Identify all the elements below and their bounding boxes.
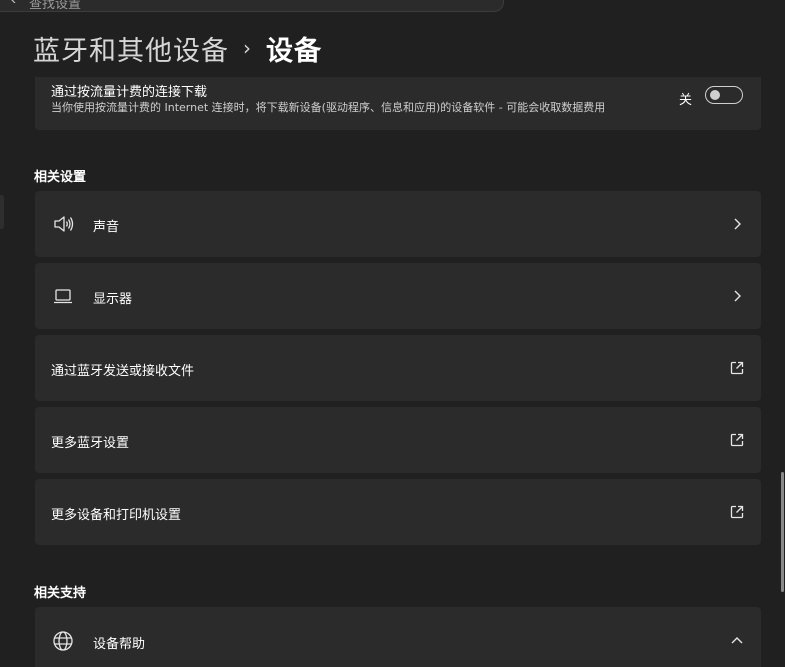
support-item-label: 设备帮助 xyxy=(93,637,146,652)
support-item-device-help[interactable]: 设备帮助 xyxy=(35,607,761,667)
metered-title: 通过按流量计费的连接下载 xyxy=(51,85,208,100)
related-item-label: 声音 xyxy=(93,220,120,235)
related-settings-heading: 相关设置 xyxy=(34,170,87,185)
chevron-right-icon xyxy=(734,290,741,302)
breadcrumb-separator: › xyxy=(243,36,252,60)
nav-pane-edge xyxy=(0,195,4,229)
external-link-icon xyxy=(730,505,744,519)
laptop-icon xyxy=(54,289,72,304)
related-item-label: 显示器 xyxy=(93,292,133,307)
related-item-label: 更多蓝牙设置 xyxy=(51,436,130,451)
toggle-knob xyxy=(710,90,720,100)
speaker-icon xyxy=(54,216,74,232)
page-title: 设备 xyxy=(266,35,322,67)
breadcrumb: 蓝牙和其他设备 › 设备 xyxy=(33,28,322,68)
metered-description: 当你使用按流量计费的 Internet 连接时，将下载新设备(驱动程序、信息和应… xyxy=(51,101,606,114)
related-item-label: 更多设备和打印机设置 xyxy=(51,508,182,523)
related-item-more-bluetooth-settings[interactable]: 更多蓝牙设置 xyxy=(35,407,761,473)
related-support-heading: 相关支持 xyxy=(34,586,87,601)
related-item-label: 通过蓝牙发送或接收文件 xyxy=(51,364,195,379)
search-box[interactable]: 查找设置 xyxy=(0,0,504,12)
related-item-bluetooth-file-transfer[interactable]: 通过蓝牙发送或接收文件 xyxy=(35,335,761,401)
scrollbar-thumb[interactable] xyxy=(781,472,784,592)
toggle-state-label: 关 xyxy=(679,93,693,108)
search-placeholder: 查找设置 xyxy=(29,0,82,12)
external-link-icon xyxy=(730,433,744,447)
related-item-sound[interactable]: 声音 xyxy=(35,191,761,257)
related-item-devices-printers-settings[interactable]: 更多设备和打印机设置 xyxy=(35,479,761,545)
chevron-right-icon xyxy=(734,218,741,230)
metered-download-setting: 通过按流量计费的连接下载 当你使用按流量计费的 Internet 连接时，将下载… xyxy=(35,77,761,130)
related-item-display[interactable]: 显示器 xyxy=(35,263,761,329)
breadcrumb-parent[interactable]: 蓝牙和其他设备 xyxy=(33,29,229,68)
chevron-up-icon xyxy=(731,637,743,644)
external-link-icon xyxy=(730,361,744,375)
chevron-left-icon xyxy=(11,0,16,3)
globe-icon xyxy=(53,631,73,651)
metered-toggle[interactable] xyxy=(705,86,743,104)
